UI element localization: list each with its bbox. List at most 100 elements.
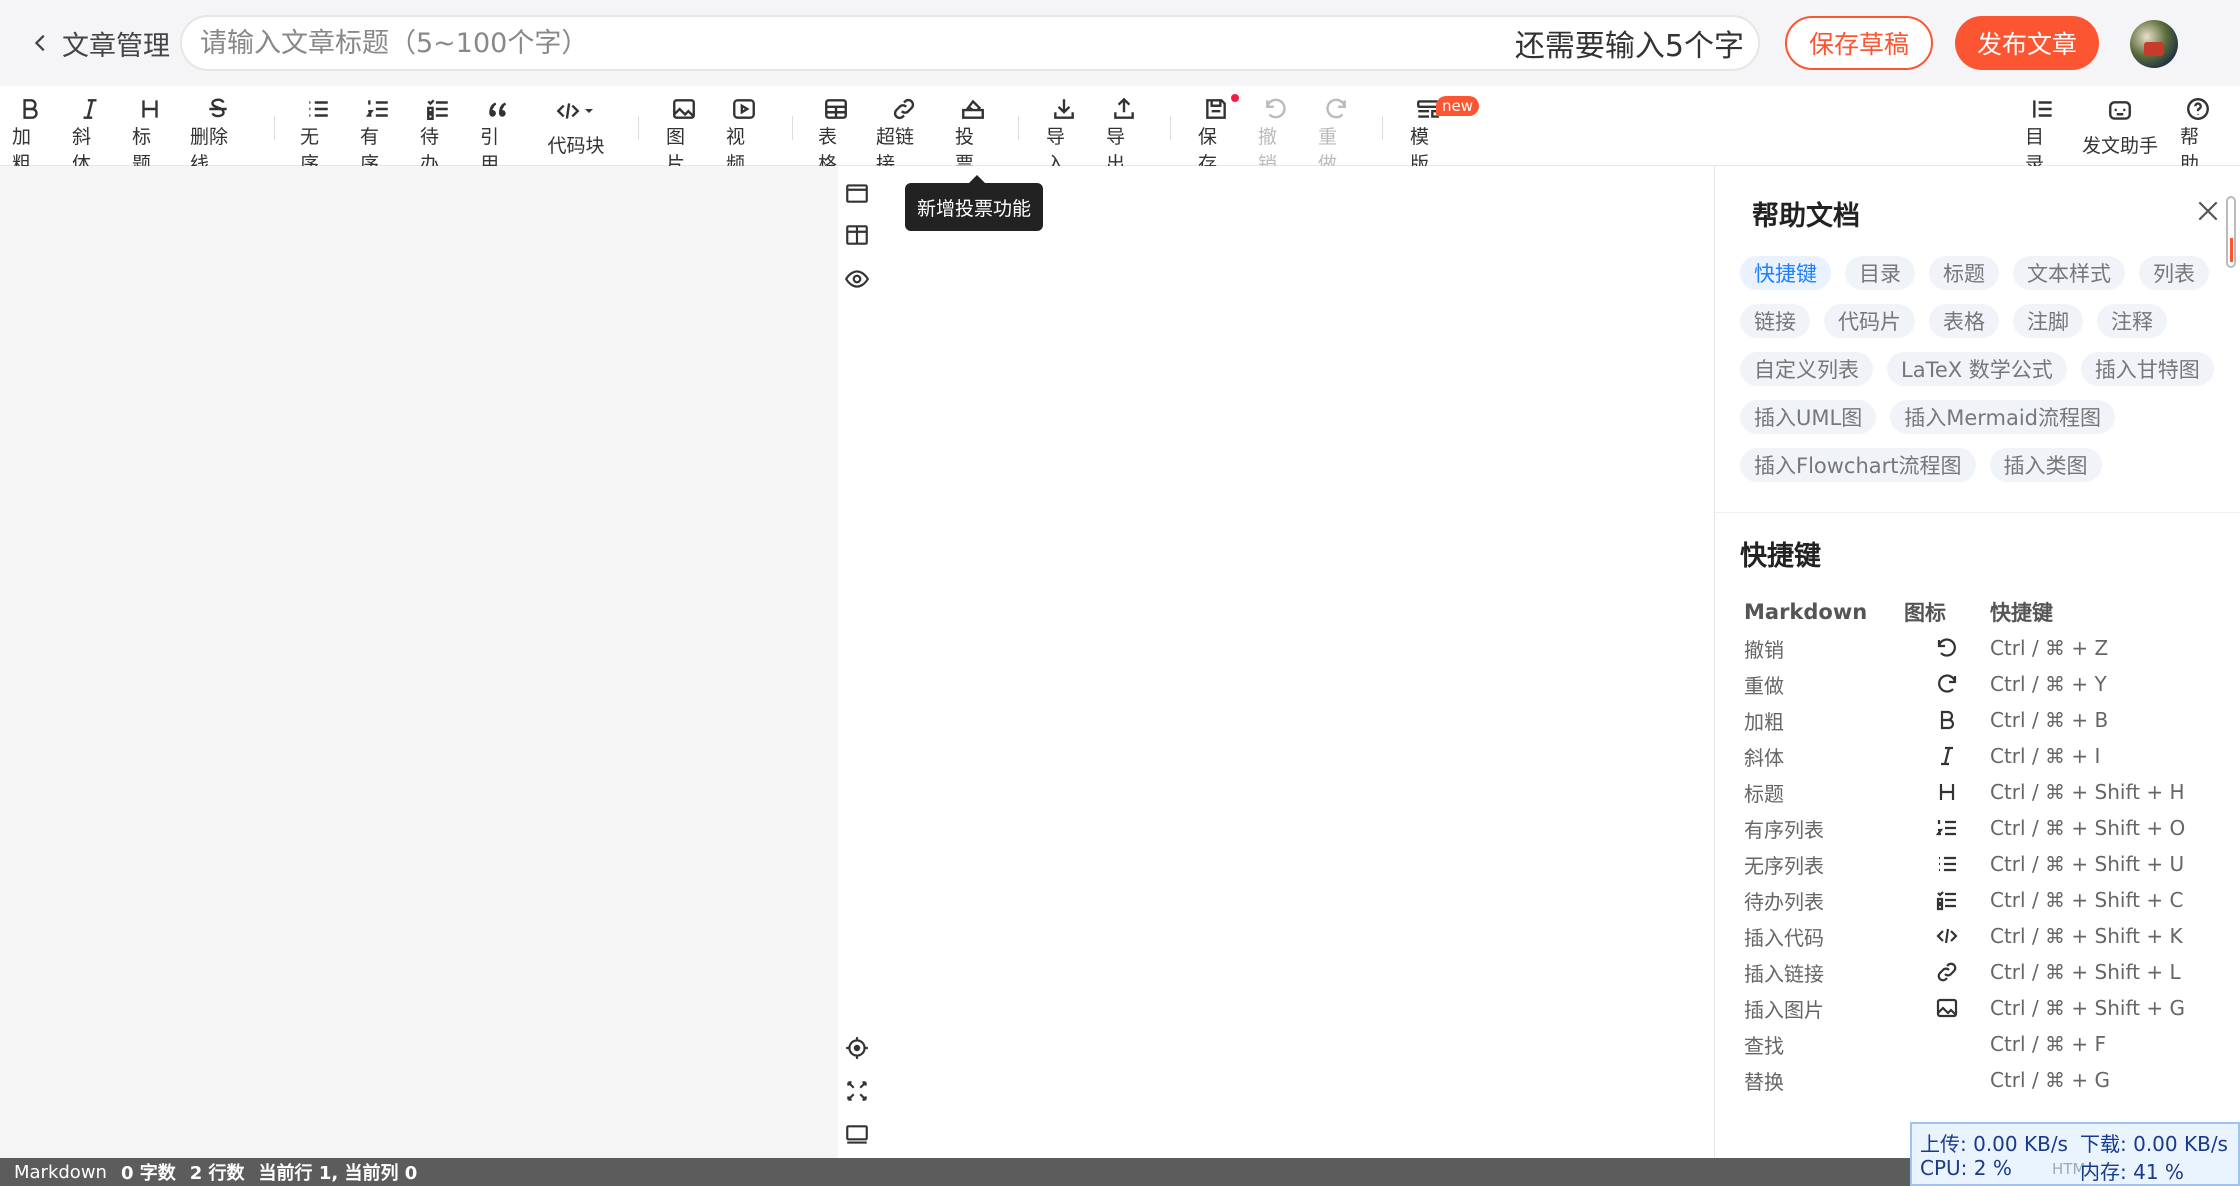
italic-button[interactable]: 斜体 [72,96,108,175]
back-label: 文章管理 [62,30,170,62]
help-tag[interactable]: 代码片 [1824,304,1915,338]
todo-list-button[interactable]: 待办 [420,96,456,175]
shortcut-row: 替换 Ctrl / ⌘ + G [1744,1062,2214,1098]
bold-icon [1940,710,1955,730]
shortcut-table: Markdown 图标 快捷键 撤销 Ctrl / ⌘ + Z 重做 Ctrl / ⌘… [1744,594,2214,1098]
save-draft-button[interactable]: 保存草稿 [1785,16,1933,70]
vote-button[interactable]: 投票 [955,96,991,175]
redo-button[interactable]: 重做 [1318,96,1354,175]
shortcut-keys: Ctrl / ⌘ + Y [1990,672,2107,696]
shortcut-keys: Ctrl / ⌘ + Shift + U [1990,852,2185,876]
expand-icon [847,1081,867,1101]
publish-button[interactable]: 发布文章 [1955,16,2099,70]
help-tag[interactable]: 文本样式 [2013,256,2125,290]
eye-icon [844,270,870,288]
help-tag[interactable]: 链接 [1740,304,1810,338]
help-tag[interactable]: 插入甘特图 [2080,352,2214,386]
divider [792,116,793,140]
help-tag[interactable]: 目录 [1845,256,1915,290]
code-icon [1936,928,1958,944]
video-button[interactable]: 视频 [726,96,762,175]
strikethrough-button[interactable]: 删除线 [190,96,246,175]
help-tag[interactable]: 注释 [2097,304,2167,338]
markdown-editor[interactable] [0,166,838,1158]
help-tag[interactable]: 表格 [1929,304,1999,338]
close-help-button[interactable] [2195,198,2221,224]
help-tag[interactable]: 插入Mermaid流程图 [1890,400,2115,434]
italic-icon [1941,746,1953,766]
shortcut-section-title: 快捷键 [1740,541,1821,572]
layout-editor-only-button[interactable] [843,179,871,207]
close-icon [2198,201,2218,221]
strikethrough-icon [209,98,227,118]
link-icon [1937,962,1957,982]
shortcut-keys: Ctrl / ⌘ + Z [1990,636,2109,660]
shortcut-icon-cell [1904,744,1990,768]
ordered-list-button[interactable]: 有序 [360,96,396,175]
shortcut-keys: Ctrl / ⌘ + Shift + C [1990,888,2184,912]
divider [1170,116,1171,140]
shortcut-name: 替换 [1744,1069,1784,1094]
save-button[interactable]: 保存 [1198,96,1234,175]
shortcut-row: 撤销 Ctrl / ⌘ + Z [1744,630,2214,666]
quote-icon [489,102,507,117]
help-tag[interactable]: 标题 [1929,256,1999,290]
shortcut-icon-cell [1904,960,1990,984]
link-button[interactable]: 超链接 [876,96,932,175]
video-icon [733,99,755,119]
shortcut-row: 有序列表 Ctrl / ⌘ + Shift + O [1744,810,2214,846]
help-scrollbar[interactable] [2226,196,2236,268]
help-button[interactable]: 帮助 [2180,96,2216,175]
layout-split-button[interactable] [843,221,871,249]
code-icon [556,103,580,119]
shortcut-name: 插入图片 [1744,997,1824,1022]
shortcut-icon-cell [1904,816,1990,840]
help-tag[interactable]: 插入UML图 [1740,400,1877,434]
network-monitor-widget[interactable]: 上传: 0.00 KB/s 下载: 0.00 KB/s CPU: 2 % HTM… [1910,1122,2240,1186]
shortcut-keys: Ctrl / ⌘ + Shift + G [1990,996,2185,1020]
upload-speed: 上传: 0.00 KB/s [1920,1132,2068,1156]
heading-icon [142,100,158,118]
upload-icon [1114,97,1134,119]
avatar[interactable] [2130,20,2178,68]
help-tag[interactable]: 插入Flowchart流程图 [1740,448,1976,482]
help-tag[interactable]: 快捷键 [1740,256,1831,290]
unordered-list-button[interactable]: 无序 [300,96,336,175]
bold-button[interactable]: 加粗 [12,96,48,175]
unordered-list-icon [309,101,328,117]
hide-toolbar-button[interactable] [843,1121,871,1149]
table-button[interactable]: 表格 [818,96,854,175]
shortcut-icon-cell [1904,708,1990,732]
import-button[interactable]: 导入 [1046,96,1082,175]
help-tag[interactable]: 自定义列表 [1740,352,1873,386]
code-block-button[interactable]: 代码块 [546,96,606,158]
status-cursor: 当前行 1, 当前列 0 [258,1163,418,1184]
help-tag[interactable]: LaTeX 数学公式 [1887,352,2067,386]
preview-only-button[interactable] [843,265,871,293]
undo-button[interactable]: 撤销 [1258,96,1294,175]
export-button[interactable]: 导出 [1106,96,1142,175]
italic-icon [83,99,97,119]
shortcut-keys: Ctrl / ⌘ + Shift + H [1990,780,2185,804]
toc-button[interactable]: 目录 [2025,96,2061,175]
assistant-button[interactable]: 发文助手 [2082,96,2158,158]
quote-button[interactable]: 引用 [480,96,516,175]
help-icon [2187,98,2209,120]
header-icon: 图标 [1904,601,1946,625]
fullscreen-button[interactable] [843,1077,871,1105]
help-tag-list: 快捷键 目录 标题 文本样式 列表 链接 代码片 表格 注脚 注释 自定义列表 LaTeX 数学公式插… [1740,256,2230,482]
help-tag[interactable]: 列表 [2139,256,2209,290]
heading-button[interactable]: 标题 [132,96,168,175]
sync-scroll-button[interactable] [843,1034,871,1062]
help-tag[interactable]: 注脚 [2013,304,2083,338]
editor-toolbar: 加粗 斜体 标题 删除线 无序 有序 待办 引用 代码块 图片 视频 表格 超链… [0,86,2240,175]
back-link[interactable]: 文章管理 [30,22,170,64]
shortcut-keys: Ctrl / ⌘ + Shift + O [1990,816,2186,840]
help-panel: 帮助文档 快捷键 目录 标题 文本样式 列表 链接 代码片 表格 注脚 注释 自定义列表 LaTeX … [1714,166,2240,1158]
image-button[interactable]: 图片 [666,96,702,175]
help-tag[interactable]: 插入类图 [1989,448,2102,482]
shortcut-name: 插入代码 [1744,925,1824,950]
title-input[interactable] [200,27,1400,59]
shortcut-name: 重做 [1744,673,1784,698]
table-icon [825,99,847,119]
